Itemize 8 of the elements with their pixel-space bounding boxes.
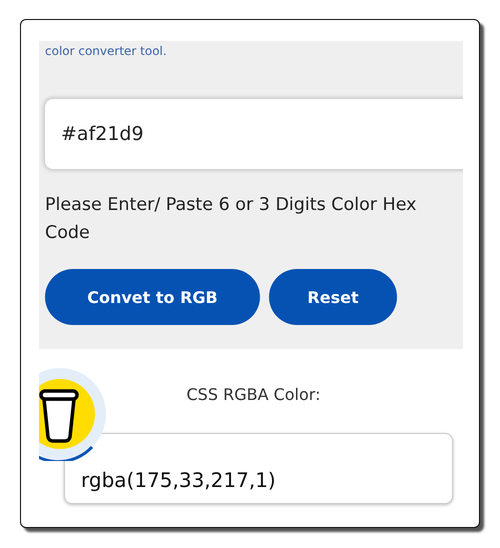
hint-text: Please Enter/ Paste 6 or 3 Digits Color Hex Code <box>45 194 418 245</box>
reset-button[interactable]: Reset <box>269 269 397 325</box>
result-label: CSS RGBA Color: <box>186 385 322 404</box>
intro-text: color converter tool. <box>45 43 168 60</box>
convert-button[interactable]: Convet to RGB <box>45 269 260 325</box>
coffee-cup-button[interactable] <box>39 367 107 461</box>
hex-input-field[interactable]: #af21d9 <box>45 99 463 169</box>
rgba-output-field[interactable]: rgba(175,33,217,1) <box>64 433 453 504</box>
